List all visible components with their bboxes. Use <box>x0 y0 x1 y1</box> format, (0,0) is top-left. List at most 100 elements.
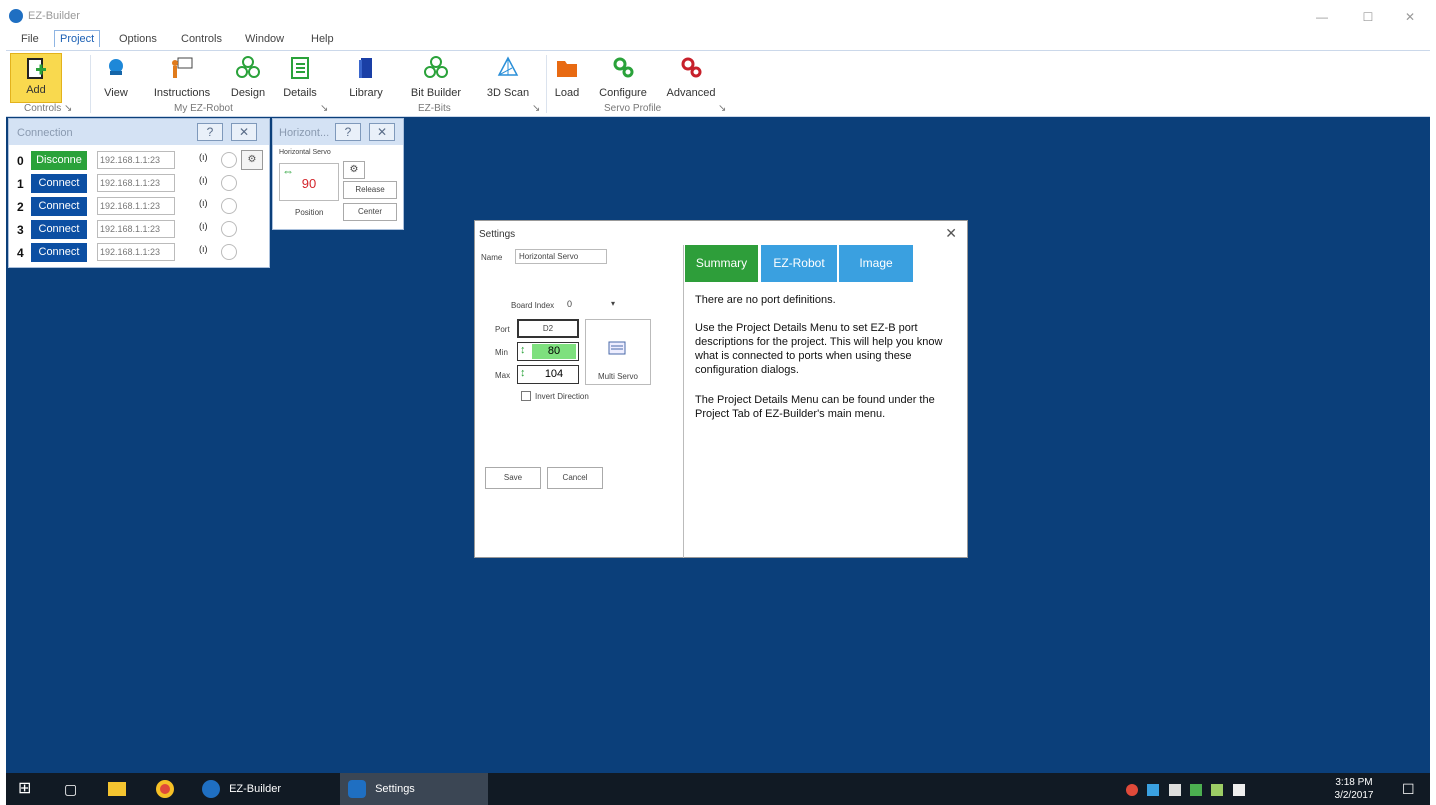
gear-icon[interactable] <box>221 221 237 237</box>
clock-time: 3:18 PM <box>1335 777 1373 788</box>
servo-gear-button[interactable]: ⚙ <box>343 161 365 179</box>
tab-image[interactable]: Image <box>839 245 913 282</box>
release-button[interactable]: Release <box>343 181 397 199</box>
invert-direction-checkbox[interactable] <box>521 391 531 401</box>
board-index-value[interactable]: 0 <box>567 299 572 309</box>
ip-address-input[interactable]: 192.168.1.1:23 <box>97 151 175 169</box>
design-icon <box>236 56 260 78</box>
gear-icon[interactable] <box>221 244 237 260</box>
connection-panel: Connection ? ✕ 0 Disconne 192.168.1.1:23… <box>8 118 270 268</box>
menu-bar: File Project Options Controls Window Hel… <box>6 28 1430 50</box>
close-button[interactable]: ✕ <box>1390 8 1430 26</box>
tab-ez-robot[interactable]: EZ-Robot <box>761 245 837 282</box>
connect-button[interactable]: Connect <box>31 174 87 193</box>
cancel-button[interactable]: Cancel <box>547 467 603 489</box>
multi-servo-button[interactable]: Multi Servo <box>585 319 651 385</box>
disconnect-button[interactable]: Disconne <box>31 151 87 170</box>
wifi-icon: (ı) <box>199 175 208 185</box>
wifi-icon: (ı) <box>199 198 208 208</box>
info-no-port-definitions: There are no port definitions. <box>695 294 836 306</box>
clock[interactable]: 3:18 PM 3/2/2017 <box>1322 776 1386 802</box>
servo-close-button[interactable]: ✕ <box>369 123 395 141</box>
servo-subtitle: Horizontal Servo <box>279 149 331 156</box>
board-index-dropdown-icon[interactable]: ▾ <box>611 299 615 308</box>
details-button[interactable]: Details <box>280 53 320 103</box>
menu-window[interactable]: Window <box>240 31 289 47</box>
menu-help[interactable]: Help <box>306 31 339 47</box>
info-menu-location: The Project Details Menu can be found un… <box>695 394 935 420</box>
servo-position-box[interactable]: ⇔ 90 <box>279 163 339 201</box>
connection-close-button[interactable]: ✕ <box>231 123 257 141</box>
center-button[interactable]: Center <box>343 203 397 221</box>
wifi-icon: (ı) <box>199 221 208 231</box>
folder-icon <box>557 61 577 77</box>
3d-scan-icon <box>497 56 519 76</box>
tab-summary[interactable]: Summary <box>685 245 758 282</box>
file-explorer-icon[interactable] <box>108 773 126 805</box>
settings-title: Settings <box>479 229 516 240</box>
instructions-button[interactable]: Instructions <box>150 53 214 103</box>
ip-address-input[interactable]: 192.168.1.1:23 <box>97 174 175 192</box>
task-view-button[interactable]: ▢ <box>64 773 77 805</box>
gear-icon[interactable] <box>221 198 237 214</box>
min-adjust-arrows-icon[interactable]: ↕ <box>520 344 526 356</box>
ip-address-input[interactable]: 192.168.1.1:23 <box>97 220 175 238</box>
taskbar-app-settings[interactable]: Settings <box>340 773 488 805</box>
3d-scan-button[interactable]: 3D Scan <box>484 53 532 103</box>
gear-icon[interactable] <box>221 175 237 191</box>
maximize-button[interactable]: ☐ <box>1348 8 1388 26</box>
clock-date: 3/2/2017 <box>1334 790 1374 801</box>
gears-red-icon <box>681 57 702 78</box>
start-button[interactable]: ⊞ <box>18 773 31 805</box>
bit-builder-button[interactable]: Bit Builder <box>408 53 464 103</box>
chrome-icon[interactable] <box>156 773 174 805</box>
advanced-button[interactable]: Advanced <box>664 53 718 103</box>
wifi-icon: (ı) <box>199 244 208 254</box>
design-button[interactable]: Design <box>228 53 268 103</box>
gear-icon[interactable] <box>221 152 237 168</box>
notification-icon[interactable]: ☐ <box>1402 773 1415 805</box>
group-label-my-ez-robot: My EZ-Robot <box>174 103 233 114</box>
menu-file[interactable]: File <box>16 31 44 47</box>
gears-green-icon <box>613 57 634 78</box>
add-icon <box>27 58 46 79</box>
connect-button[interactable]: Connect <box>31 243 87 262</box>
servo-help-button[interactable]: ? <box>335 123 361 141</box>
view-icon <box>109 59 123 75</box>
save-button[interactable]: Save <box>485 467 541 489</box>
view-button[interactable]: View <box>98 53 134 103</box>
group-label-controls: Controls ↘ <box>24 103 73 114</box>
info-project-details: Use the Project Details Menu to set EZ-B… <box>695 322 943 376</box>
add-button[interactable]: Add <box>10 53 62 103</box>
connect-button[interactable]: Connect <box>31 197 87 216</box>
min-value: 80 <box>532 344 576 359</box>
min-field[interactable]: ↕ 80 <box>517 342 579 361</box>
connect-button[interactable]: Connect <box>31 220 87 239</box>
load-button[interactable]: Load <box>552 53 582 103</box>
settings-close-button[interactable]: ✕ <box>945 225 957 242</box>
wifi-icon: (ı) <box>199 152 208 162</box>
library-button[interactable]: Library <box>344 53 388 103</box>
menu-controls[interactable]: Controls <box>176 31 227 47</box>
name-input[interactable]: Horizontal Servo <box>515 249 607 264</box>
taskbar-app-ez-builder[interactable]: EZ-Builder <box>196 773 336 805</box>
port-label: Port <box>495 325 510 334</box>
min-label: Min <box>495 348 508 357</box>
ip-address-input[interactable]: 192.168.1.1:23 <box>97 243 175 261</box>
port-selector[interactable]: D2 <box>517 319 579 338</box>
configure-button[interactable]: Configure <box>596 53 650 103</box>
max-value: 104 <box>544 368 564 380</box>
system-tray[interactable] <box>1126 773 1316 805</box>
group-label-servo-profile: Servo Profile <box>604 103 662 114</box>
horizontal-servo-panel: Horizont... ? ✕ Horizontal Servo ⇔ 90 Po… <box>272 118 404 230</box>
menu-options[interactable]: Options <box>114 31 162 47</box>
ip-address-input[interactable]: 192.168.1.1:23 <box>97 197 175 215</box>
connection-help-button[interactable]: ? <box>197 123 223 141</box>
title-bar: EZ-Builder — ☐ ✕ <box>6 6 1430 28</box>
max-adjust-arrows-icon[interactable]: ↕ <box>520 367 526 379</box>
bit-builder-icon <box>424 56 448 78</box>
max-field[interactable]: ↕ 104 <box>517 365 579 384</box>
menu-project[interactable]: Project <box>54 30 101 47</box>
minimize-button[interactable]: — <box>1302 8 1342 26</box>
settings-gear-button[interactable]: ⚙ <box>241 150 263 170</box>
